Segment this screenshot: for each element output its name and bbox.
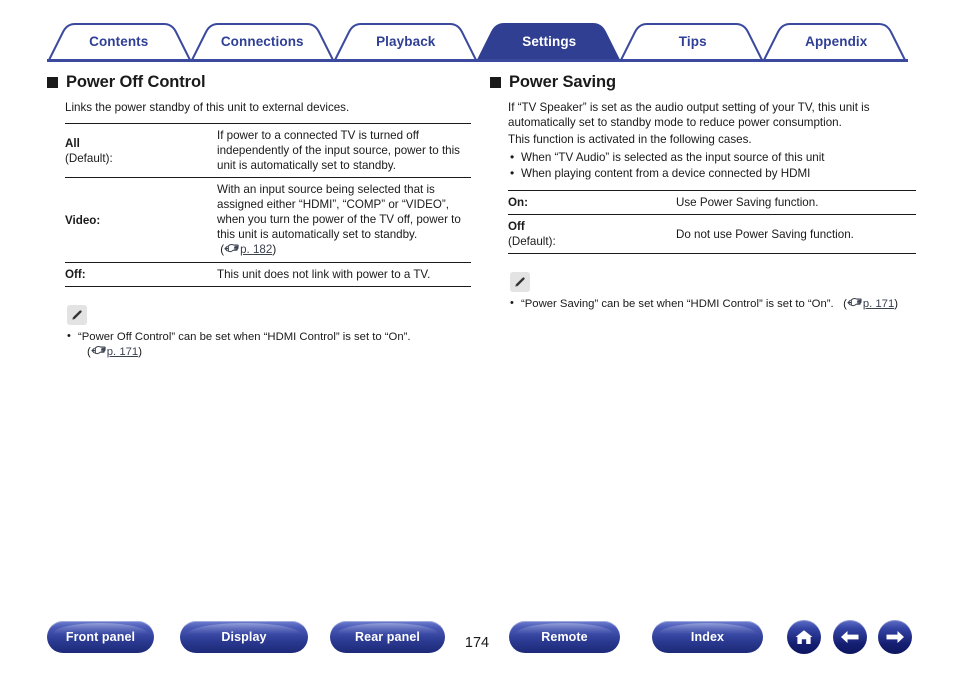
square-bullet-icon xyxy=(490,76,501,88)
right-note-block: “Power Saving” can be set when “HDMI Con… xyxy=(508,272,914,313)
right-column: Power Saving If “TV Speaker” is set as t… xyxy=(490,72,916,313)
tab-contents[interactable]: Contents xyxy=(47,22,191,60)
display-button[interactable]: Display xyxy=(180,621,308,653)
tab-list: Contents Connections Playback Settings T… xyxy=(47,22,908,60)
list-item: “Power Off Control” can be set when “HDM… xyxy=(65,329,471,361)
option-name: On: xyxy=(508,196,528,209)
display-button-label: Display xyxy=(221,630,267,644)
list-item: “Power Saving” can be set when “HDMI Con… xyxy=(508,296,914,313)
next-page-button[interactable] xyxy=(878,620,912,654)
list-item: When “TV Audio” is selected as the input… xyxy=(508,149,914,166)
option-cell: Off: xyxy=(65,263,217,287)
pencil-note-icon xyxy=(67,305,87,325)
description-cell: This unit does not link with power to a … xyxy=(217,268,431,281)
index-button[interactable]: Index xyxy=(652,621,763,653)
page-reference[interactable]: (p. 171) xyxy=(837,298,898,310)
right-note-list: “Power Saving” can be set when “HDMI Con… xyxy=(508,296,914,313)
left-section-title: Power Off Control xyxy=(66,73,206,91)
option-name: Off xyxy=(508,220,525,233)
front-panel-button-label: Front panel xyxy=(65,630,136,644)
pointing-hand-icon xyxy=(224,243,239,258)
option-cell: All (Default): xyxy=(65,124,217,178)
description-cell: Use Power Saving function. xyxy=(676,196,819,209)
tab-appendix[interactable]: Appendix xyxy=(765,22,909,60)
page-content: Power Off Control Links the power standb… xyxy=(0,62,954,602)
note-reference-line: (p. 171) xyxy=(78,345,471,361)
table-row: Off: This unit does not link with power … xyxy=(65,262,471,287)
tab-tips-label: Tips xyxy=(678,33,707,49)
rear-panel-button-label: Rear panel xyxy=(355,630,420,644)
note-text: “Power Off Control” can be set when “HDM… xyxy=(78,331,411,343)
option-default-tag: (Default): xyxy=(65,151,113,165)
tab-settings-label: Settings xyxy=(522,33,577,49)
right-lead-text-2: This function is activated in the follow… xyxy=(508,133,752,146)
option-default-tag: (Default): xyxy=(508,235,556,248)
page-reference-link[interactable]: p. 171 xyxy=(863,298,894,310)
left-section-heading: Power Off Control xyxy=(47,72,471,92)
table-row: Video: With an input source being select… xyxy=(65,177,471,263)
page-reference[interactable]: (p. 171) xyxy=(87,346,142,358)
option-cell: Off (Default): xyxy=(508,215,676,254)
tab-contents-label: Contents xyxy=(89,33,149,49)
home-icon xyxy=(794,628,814,646)
pencil-note-icon xyxy=(510,272,530,292)
tab-connections-label: Connections xyxy=(220,33,304,49)
left-lead-text: Links the power standby of this unit to … xyxy=(65,101,350,114)
tab-tips[interactable]: Tips xyxy=(621,22,765,60)
tab-playback[interactable]: Playback xyxy=(334,22,478,60)
description-cell: Do not use Power Saving function. xyxy=(676,227,854,241)
top-tab-bar: Contents Connections Playback Settings T… xyxy=(47,22,908,61)
right-body: If “TV Speaker” is set as the audio outp… xyxy=(508,100,916,313)
remote-button[interactable]: Remote xyxy=(509,621,620,653)
page-reference-link[interactable]: p. 171 xyxy=(107,346,138,358)
footer-navigation: Front panel Display Rear panel 174 Remot… xyxy=(0,601,954,673)
arrow-right-icon xyxy=(884,629,906,645)
option-name: Video: xyxy=(65,213,101,227)
home-button[interactable] xyxy=(787,620,821,654)
right-section-title: Power Saving xyxy=(509,73,617,91)
option-name: Off: xyxy=(65,268,86,281)
tab-playback-label: Playback xyxy=(376,33,436,49)
front-panel-button[interactable]: Front panel xyxy=(47,621,154,653)
index-button-label: Index xyxy=(690,630,725,644)
pointing-hand-icon xyxy=(847,297,862,313)
description-text: With an input source being selected that… xyxy=(217,183,461,241)
option-cell: Video: xyxy=(65,178,217,263)
description-cell: With an input source being selected that… xyxy=(217,178,471,263)
left-body: Links the power standby of this unit to … xyxy=(65,100,471,361)
page-number: 174 xyxy=(464,635,490,651)
right-lead-text: If “TV Speaker” is set as the audio outp… xyxy=(508,101,870,129)
table-row: Off (Default): Do not use Power Saving f… xyxy=(508,214,916,254)
description-cell: If power to a connected TV is turned off… xyxy=(217,129,460,172)
list-item: When playing content from a device conne… xyxy=(508,165,914,182)
previous-page-button[interactable] xyxy=(833,620,867,654)
right-bullet-list: When “TV Audio” is selected as the input… xyxy=(508,149,914,182)
pointing-hand-icon xyxy=(91,345,106,361)
tab-appendix-label: Appendix xyxy=(805,33,868,49)
option-name: All xyxy=(65,136,80,150)
tab-connections[interactable]: Connections xyxy=(191,22,335,60)
tab-settings[interactable]: Settings xyxy=(478,22,622,60)
power-off-control-table: All (Default): If power to a connected T… xyxy=(65,123,471,287)
option-cell: On: xyxy=(508,191,676,215)
rear-panel-button[interactable]: Rear panel xyxy=(330,621,445,653)
square-bullet-icon xyxy=(47,76,58,88)
left-note-list: “Power Off Control” can be set when “HDM… xyxy=(65,329,471,361)
remote-button-label: Remote xyxy=(541,630,588,644)
table-row: On: Use Power Saving function. xyxy=(508,190,916,215)
page-reference-link[interactable]: p. 182 xyxy=(240,243,272,256)
table-row: All (Default): If power to a connected T… xyxy=(65,123,471,178)
power-saving-table: On: Use Power Saving function. Off (Defa… xyxy=(508,190,916,254)
arrow-left-icon xyxy=(839,629,861,645)
left-column: Power Off Control Links the power standb… xyxy=(47,72,471,361)
right-section-heading: Power Saving xyxy=(490,72,914,92)
page-reference[interactable]: (p. 182) xyxy=(217,243,276,256)
note-text: “Power Saving” can be set when “HDMI Con… xyxy=(521,298,834,310)
left-note-block: “Power Off Control” can be set when “HDM… xyxy=(65,305,471,361)
